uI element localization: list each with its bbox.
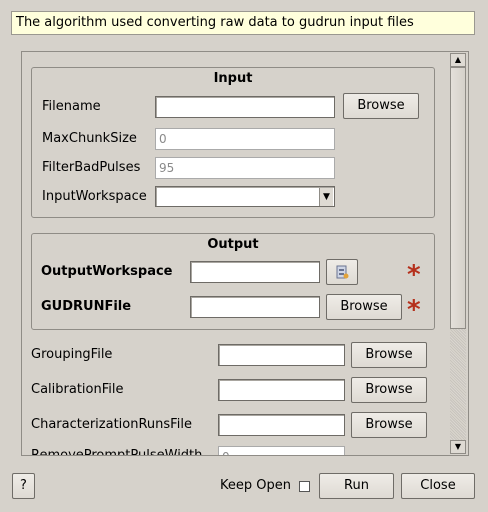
filterbadpulses-label: FilterBadPulses [42,160,141,175]
input-group-title: Input [213,71,253,86]
removepromptpulsewidth-field[interactable]: 0 [218,446,345,455]
algorithm-description: The algorithm used converting raw data t… [11,11,475,35]
characterizationrunsfile-field[interactable] [218,414,345,436]
scroll-down-icon[interactable]: ▼ [450,440,466,454]
keep-open-label: Keep Open [220,478,291,493]
properties-scroll-area: Input Filename Browse MaxChunkSize 0 Fil… [21,51,469,456]
outputworkspace-required-mark: * [407,260,421,290]
maxchunksize-field[interactable]: 0 [155,128,335,150]
workspace-icon [336,265,349,279]
keep-open-checkbox[interactable] [299,481,310,492]
close-button[interactable]: Close [401,473,475,499]
groupingfile-field[interactable] [218,344,345,366]
workspace-picker-button[interactable] [326,259,358,285]
groupingfile-browse-button[interactable]: Browse [351,342,427,368]
removepromptpulsewidth-label: RemovePromptPulseWidth [31,448,203,456]
gudrunfile-required-mark: * [407,295,421,325]
chevron-down-icon[interactable]: ▼ [319,188,333,206]
scroll-up-icon[interactable]: ▲ [450,53,466,67]
calibrationfile-browse-button[interactable]: Browse [351,377,427,403]
help-button[interactable]: ? [12,473,35,499]
vertical-scrollbar[interactable]: ▲ ▼ [450,53,466,454]
calibrationfile-field[interactable] [218,379,345,401]
inputworkspace-combobox[interactable]: ▼ [155,186,335,207]
characterizationrunsfile-label: CharacterizationRunsFile [31,417,192,432]
outputworkspace-field[interactable] [190,261,320,283]
output-group: Output OutputWorkspace * GUDRUNFile Brow… [31,233,435,330]
run-button[interactable]: Run [319,473,394,499]
filename-field[interactable] [155,96,335,118]
input-group: Input Filename Browse MaxChunkSize 0 Fil… [31,67,435,218]
maxchunksize-label: MaxChunkSize [42,131,137,146]
groupingfile-label: GroupingFile [31,347,113,362]
gudrunfile-browse-button[interactable]: Browse [326,294,402,320]
scrollbar-thumb[interactable] [450,67,466,329]
inputworkspace-label: InputWorkspace [42,189,147,204]
gudrunfile-label: GUDRUNFile [41,299,132,314]
filename-browse-button[interactable]: Browse [343,93,419,119]
output-group-title: Output [207,237,259,252]
gudrunfile-field[interactable] [190,296,320,318]
calibrationfile-label: CalibrationFile [31,382,124,397]
filterbadpulses-field[interactable]: 95 [155,157,335,179]
characterizationrunsfile-browse-button[interactable]: Browse [351,412,427,438]
outputworkspace-label: OutputWorkspace [41,264,173,279]
filename-label: Filename [42,99,101,114]
